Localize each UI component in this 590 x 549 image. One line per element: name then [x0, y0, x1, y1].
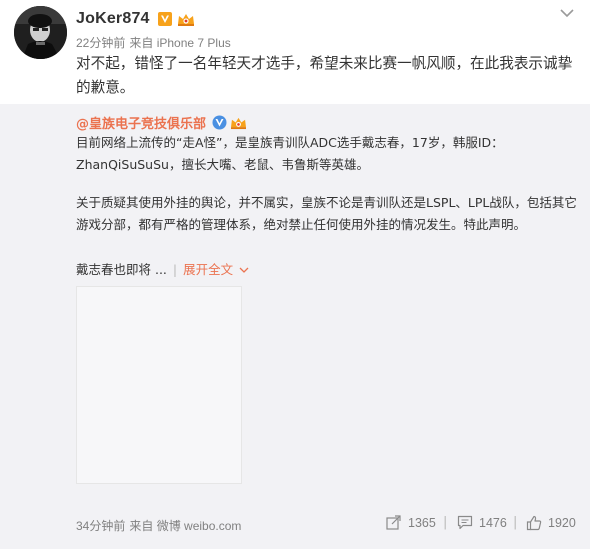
separator: | [172, 262, 178, 277]
avatar[interactable] [14, 6, 67, 59]
share-button[interactable]: 1365 [386, 515, 436, 530]
post-source: 来自 iPhone 7 Plus [129, 36, 231, 50]
repost-paragraph-1: 目前网络上流传的“走A怪”，是皇族青训队ADC选手戴志春，17岁，韩服ID：Zh… [76, 135, 504, 172]
repost-paragraph-3: 戴志春也即将 ... | 展开全文 [76, 259, 581, 281]
repost-paragraph-2: 关于质疑其使用外挂的舆论，并不属实，皇族不论是青训队还是LSPL、LPL战队，包… [76, 195, 577, 232]
repost-meta: 34分钟前 来自 微博 weibo.com [76, 517, 245, 534]
like-count: 1920 [548, 516, 576, 530]
repost-box: @皇族电子竞技俱乐部 目前网络上流传的“走A怪”，是皇族青训队ADC选手戴志春，… [0, 104, 590, 549]
separator: | [513, 515, 518, 530]
chevron-down-icon [239, 267, 249, 273]
repost-source: 来自 微博 weibo.com [129, 519, 242, 533]
author-row: JoKer874 [76, 8, 196, 30]
avatar-image [14, 6, 67, 59]
expand-full-text-link[interactable]: 展开全文 [183, 262, 249, 277]
verified-v-icon [157, 12, 172, 26]
share-count: 1365 [408, 515, 436, 530]
comment-button[interactable]: 1476 [457, 515, 507, 530]
share-icon [386, 515, 401, 530]
verified-blue-v-icon [212, 115, 227, 129]
repost-author[interactable]: @皇族电子竞技俱乐部 [76, 113, 206, 132]
repost-image-placeholder[interactable] [76, 286, 242, 484]
repost-author-row: @皇族电子竞技俱乐部 [76, 112, 248, 132]
chevron-down-icon[interactable] [556, 6, 578, 20]
separator: | [443, 515, 448, 530]
vip-crown-icon [231, 117, 247, 129]
author-name[interactable]: JoKer874 [76, 10, 150, 28]
repost-timestamp[interactable]: 34分钟前 [76, 519, 125, 533]
repost-truncated-text: 戴志春也即将 ... [76, 262, 167, 277]
weibo-post-card: JoKer874 22分钟前 来自 iPhone 7 Plus 对不起，错怪了一名… [0, 0, 590, 549]
comment-count: 1476 [479, 515, 507, 530]
post-text: 对不起，错怪了一名年轻天才选手，希望未来比赛一帆风顺，在此我表示诚挚的歉意。 [76, 55, 573, 96]
post-meta: 22分钟前 来自 iPhone 7 Plus [76, 34, 235, 51]
vip-crown-icon [177, 14, 194, 26]
comment-icon [457, 515, 473, 530]
like-button[interactable]: 1920 [526, 515, 576, 531]
post-timestamp[interactable]: 22分钟前 [76, 36, 125, 50]
thumbs-up-icon [526, 515, 542, 531]
expand-label: 展开全文 [183, 262, 234, 277]
